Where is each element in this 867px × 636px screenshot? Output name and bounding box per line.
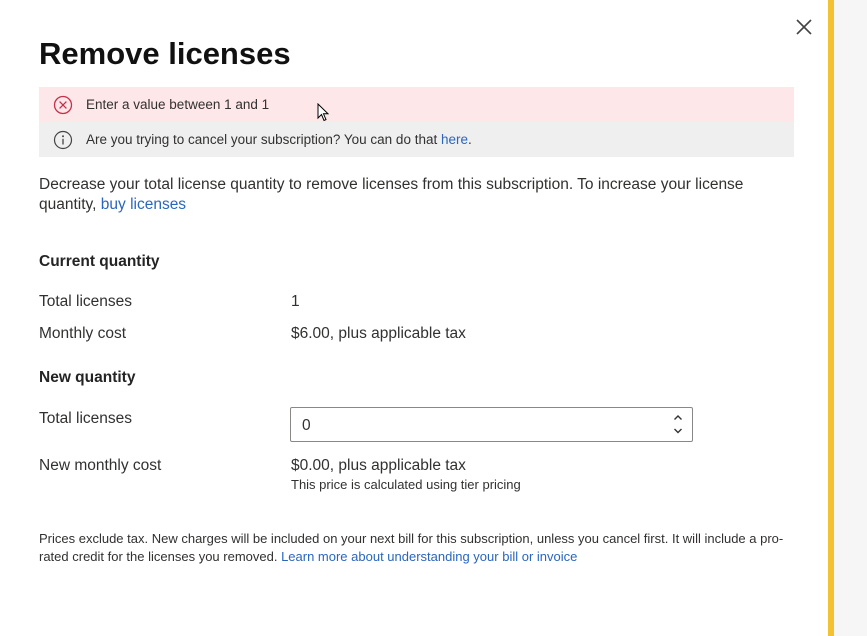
total-licenses-stepper[interactable]: 0 [290, 407, 693, 442]
info-message-bar: Are you trying to cancel your subscripti… [39, 122, 794, 157]
buy-licenses-link[interactable]: buy licenses [101, 196, 186, 213]
cancel-subscription-link[interactable]: here [441, 132, 468, 147]
footer-note: Prices exclude tax. New charges will be … [39, 531, 784, 564]
total-licenses-input-value[interactable]: 0 [302, 417, 311, 435]
stepper-arrows [671, 411, 685, 439]
page-title: Remove licenses [39, 36, 291, 71]
decrement-chevron-down-icon[interactable] [671, 424, 685, 437]
new-monthly-cost-label: New monthly cost [39, 457, 162, 474]
current-quantity-heading: Current quantity [39, 253, 160, 270]
error-message-text: Enter a value between 1 and 1 [86, 97, 270, 112]
mouse-pointer-icon [317, 103, 330, 122]
increment-chevron-up-icon[interactable] [671, 411, 685, 424]
remove-licenses-panel: Remove licenses Enter a value between 1 … [0, 0, 828, 636]
current-total-licenses-value: 1 [291, 293, 300, 310]
window-accent-border [828, 0, 834, 636]
current-total-licenses-label: Total licenses [39, 293, 133, 310]
info-circle-icon [53, 130, 73, 150]
error-message-bar: Enter a value between 1 and 1 [39, 87, 794, 122]
new-quantity-heading: New quantity [39, 369, 136, 386]
error-circle-icon [53, 95, 73, 115]
info-message-text: Are you trying to cancel your subscripti… [86, 132, 472, 147]
monthly-cost-label: Monthly cost [39, 325, 127, 342]
new-monthly-cost-value: $0.00, plus applicable tax [291, 457, 466, 474]
close-button[interactable] [791, 14, 817, 40]
new-total-licenses-label: Total licenses [39, 410, 133, 427]
close-icon[interactable] [791, 14, 817, 40]
background-page-edge [832, 0, 867, 636]
learn-more-bill-link[interactable]: Learn more about understanding your bill… [281, 549, 577, 564]
description-text: Decrease your total license quantity to … [39, 176, 744, 213]
tier-pricing-note: This price is calculated using tier pric… [291, 477, 521, 492]
monthly-cost-value: $6.00, plus applicable tax [291, 325, 466, 342]
